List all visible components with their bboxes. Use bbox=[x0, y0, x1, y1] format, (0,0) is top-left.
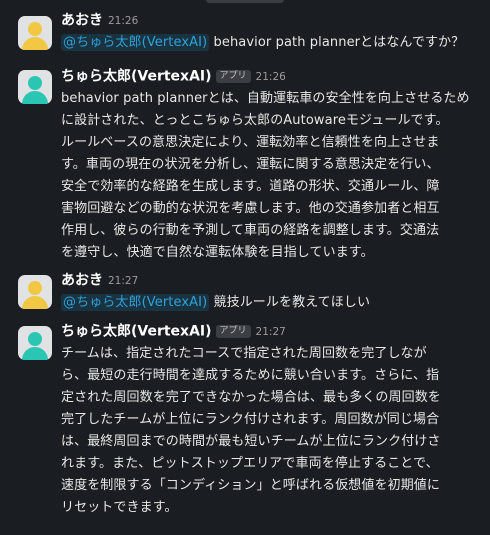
message-line: ルールベースの意思決定により、運転効率と信頼性を向上させま bbox=[61, 135, 440, 150]
message-text: チームは、指定されたコースで指定された周回数を完了しなが ら、最短の走行時間を達成… bbox=[61, 343, 478, 519]
message-line: に設計された、とっとこちゅら太郎のAutowareモジュールです。 bbox=[61, 113, 449, 128]
message-line: 完了したチームが上位にランク付けされます。周回数が同じ場合 bbox=[61, 412, 440, 427]
message-line: チームは、指定されたコースで指定された周回数を完了しなが bbox=[61, 346, 427, 361]
app-badge: アプリ bbox=[215, 325, 251, 338]
sender-name[interactable]: ちゅら太郎(VertexAI) bbox=[61, 324, 212, 340]
message-line: 定された周回数を完了できなかった場合は、最も多くの周回数を bbox=[61, 390, 441, 405]
bot-avatar-icon[interactable] bbox=[18, 70, 52, 104]
message-line: 速度を制限する「コンディション」と呼ばれる仮想値を初期値に bbox=[61, 478, 440, 493]
user-avatar-icon[interactable] bbox=[18, 275, 52, 309]
message-line: リセットできます。 bbox=[61, 500, 178, 515]
message-text: @ちゅら太郎(VertexAI) behavior path plannerとは… bbox=[61, 32, 478, 54]
message-line: 安全で効率的な経路を生成します。道路の形状、交通ルール、障 bbox=[61, 179, 440, 194]
timestamp[interactable]: 21:26 bbox=[108, 15, 138, 27]
message-line: す。車両の現在の状況を分析し、運転に関する意思決定を行い、 bbox=[61, 157, 440, 172]
mention-link[interactable]: @ちゅら太郎(VertexAI) bbox=[61, 34, 210, 51]
message-line: を遵守し、快適で自然な運転体験を目指しています。 bbox=[61, 245, 374, 260]
message-content: behavior path plannerとはなんですか？ bbox=[209, 35, 465, 50]
message-line: behavior path plannerとは、自動運転車の安全性を向上させるた… bbox=[61, 91, 470, 106]
timestamp[interactable]: 21:27 bbox=[256, 326, 286, 338]
mention-link[interactable]: @ちゅら太郎(VertexAI) bbox=[61, 294, 210, 311]
sender-name[interactable]: あおき bbox=[61, 273, 103, 289]
message-text: behavior path plannerとは、自動運転車の安全性を向上させるた… bbox=[61, 88, 478, 264]
message-text: @ちゅら太郎(VertexAI) 競技ルールを教えてほしい bbox=[61, 292, 478, 314]
sender-name[interactable]: ちゅら太郎(VertexAI) bbox=[61, 69, 212, 85]
bot-avatar-icon[interactable] bbox=[18, 326, 52, 360]
message-line: 害物回避などの動的な状況を考慮します。他の交通参加者と相互 bbox=[61, 201, 440, 216]
sender-name[interactable]: あおき bbox=[61, 13, 103, 29]
message-line: 作用し、彼らの行動を予測して車両の経路を調整します。交通法 bbox=[61, 223, 440, 238]
message-content: 競技ルールを教えてほしい bbox=[209, 295, 371, 310]
message-line: れます。また、ピットストップエリアで車両を停止することで、 bbox=[61, 456, 439, 471]
user-avatar-icon[interactable] bbox=[18, 16, 52, 50]
timestamp[interactable]: 21:27 bbox=[108, 275, 138, 287]
app-badge: アプリ bbox=[215, 70, 251, 83]
scroll-edge-indicator bbox=[206, 0, 284, 3]
timestamp[interactable]: 21:26 bbox=[256, 71, 286, 83]
message-line: ら、最短の走行時間を達成するために競い合います。さらに、指 bbox=[61, 368, 440, 383]
message-line: は、最終周回までの時間が最も短いチームが上位にランク付けさ bbox=[61, 434, 441, 449]
